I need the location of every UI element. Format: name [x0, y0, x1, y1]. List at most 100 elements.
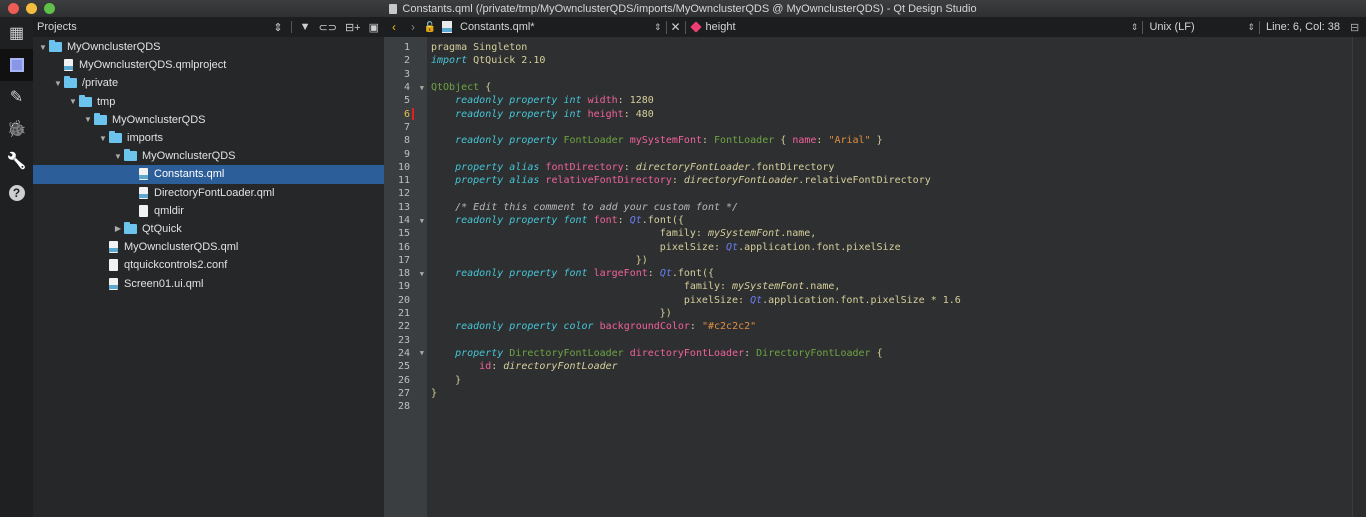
tree-item[interactable]: ▶ QtQuick: [33, 220, 384, 238]
line-number-gutter: 1 2 3 4 ▼ 5 6 7 8 9 10 11 12 13 14 ▼ 15 16 17 18 ▼ 19 20 21 22 23…: [384, 37, 427, 517]
line-number: 9: [403, 148, 410, 160]
fold-arrow-icon[interactable]: ▼: [420, 349, 424, 357]
expand-arrow-icon[interactable]: ▼: [37, 43, 49, 52]
filter-icon[interactable]: ▼: [300, 21, 311, 33]
split-add-icon[interactable]: ⊟+: [345, 21, 361, 34]
collapse-arrow-icon[interactable]: ▶: [112, 224, 124, 233]
expand-arrow-icon[interactable]: ▼: [52, 79, 64, 88]
unlock-icon[interactable]: 🔓: [422, 22, 438, 33]
mode-welcome[interactable]: ▦: [0, 17, 33, 49]
maximize-window-button[interactable]: [44, 3, 55, 14]
tree-item[interactable]: ▼ /private: [33, 74, 384, 92]
tree-item[interactable]: qmldir: [33, 202, 384, 220]
projects-view-selector[interactable]: Projects: [37, 21, 273, 33]
code-token: directoryFontLoader: [629, 347, 745, 359]
tree-item[interactable]: MyOwnclusterQDS.qmlproject: [33, 56, 384, 74]
tree-item[interactable]: Screen01.ui.qml: [33, 274, 384, 292]
code-token: import: [431, 55, 468, 67]
close-document-icon[interactable]: ✕: [667, 20, 685, 34]
code-token: QtQuick 2.10: [467, 55, 546, 67]
code-line: id: directoryFontLoader: [427, 360, 1366, 373]
code-token: "#c2c2c2": [701, 321, 757, 333]
symbol-tag-icon: [689, 21, 702, 33]
close-pane-icon[interactable]: ▣: [369, 21, 379, 34]
expand-arrow-icon[interactable]: ▼: [112, 152, 124, 161]
tree-item[interactable]: ▼ MyOwnclusterQDS: [33, 111, 384, 129]
line-number: 5: [403, 95, 410, 107]
updown-icon[interactable]: ⇕: [650, 22, 666, 33]
mode-edit[interactable]: [0, 49, 33, 81]
mode-projects[interactable]: 🔧: [0, 145, 33, 177]
code-token: directoryFontLoader: [683, 175, 799, 187]
tree-item[interactable]: MyOwnclusterQDS.qml: [33, 238, 384, 256]
code-editor[interactable]: pragma Singleton import QtQuick 2.10 QtObj…: [427, 37, 1366, 517]
updown-icon[interactable]: ⇕: [1127, 22, 1143, 33]
mode-design[interactable]: ✎: [0, 81, 33, 113]
symbols-dropdown[interactable]: height: [706, 21, 1127, 33]
code-token: largeFont: [593, 268, 648, 280]
window-controls: [8, 3, 55, 14]
minimize-window-button[interactable]: [26, 3, 37, 14]
code-line: readonly property int height: 480: [427, 107, 1366, 120]
open-documents-dropdown[interactable]: Constants.qml*: [460, 21, 650, 33]
expand-arrow-icon[interactable]: ▼: [82, 115, 94, 124]
tree-item-label: MyOwnclusterQDS: [67, 41, 161, 54]
back-icon[interactable]: ‹: [384, 20, 404, 34]
close-window-button[interactable]: [8, 3, 19, 14]
line-number: 16: [397, 241, 410, 253]
code-line: property alias fontDirectory: directoryF…: [427, 161, 1366, 174]
mode-debug[interactable]: 🐞: [0, 113, 33, 145]
code-token: }): [431, 254, 648, 266]
tree-item[interactable]: DirectoryFontLoader.qml: [33, 184, 384, 202]
fold-arrow-icon[interactable]: ▼: [420, 217, 424, 225]
updown-icon[interactable]: ⇕: [1243, 22, 1259, 33]
file-icon: [109, 259, 118, 272]
fold-arrow-icon[interactable]: ▼: [420, 84, 424, 92]
code-token: readonly property color: [455, 321, 594, 333]
line-number: 26: [397, 374, 410, 386]
forward-icon[interactable]: ›: [404, 20, 422, 34]
editor-area: ‹ › 🔓 Constants.qml* ⇕ ✕ height ⇕ Unix (…: [384, 17, 1366, 517]
tree-item[interactable]: ▼ tmp: [33, 93, 384, 111]
expand-arrow-icon[interactable]: ▼: [67, 97, 79, 106]
code-token: :: [689, 321, 702, 333]
code-line: import QtQuick 2.10: [427, 54, 1366, 67]
code-token: }: [431, 387, 438, 399]
line-number: 2: [403, 55, 410, 67]
document-icon: [389, 3, 398, 14]
vertical-scrollbar[interactable]: [1352, 37, 1366, 517]
link-icon[interactable]: ⊂⊃: [319, 21, 337, 34]
code-token: family:: [431, 228, 708, 240]
bug-icon: 🐞: [6, 121, 27, 138]
code-token: :: [623, 161, 636, 173]
line-number: 13: [397, 201, 410, 213]
code-line: }): [427, 254, 1366, 267]
wrench-icon: 🔧: [6, 153, 27, 170]
line-number: 20: [397, 294, 410, 306]
tree-item-label: QtQuick: [142, 222, 182, 235]
line-number: 4 ▼: [403, 82, 424, 94]
tree-item[interactable]: Constants.qml: [33, 165, 384, 184]
tree-item-label: /private: [82, 77, 119, 90]
expand-arrow-icon[interactable]: ▼: [97, 134, 109, 143]
tree-item[interactable]: ▼ MyOwnclusterQDS: [33, 38, 384, 56]
edit-mode-icon: [9, 58, 24, 72]
folder-icon: [109, 131, 122, 144]
mode-help[interactable]: ?: [0, 177, 33, 209]
code-token: pragma Singleton: [431, 42, 528, 54]
split-icon[interactable]: ⊟: [1350, 21, 1366, 34]
cursor-position[interactable]: Line: 6, Col: 38: [1260, 21, 1350, 33]
tree-item[interactable]: ▼ MyOwnclusterQDS: [33, 147, 384, 165]
code-line: pixelSize: Qt .application.font.pixelSize: [427, 240, 1366, 253]
fold-arrow-icon[interactable]: ▼: [420, 270, 424, 278]
tree-item[interactable]: qtquickcontrols2.conf: [33, 256, 384, 274]
line-ending-dropdown[interactable]: Unix (LF): [1143, 21, 1243, 33]
tree-item[interactable]: ▼ imports: [33, 129, 384, 147]
modified-line-marker: [412, 108, 414, 121]
updown-icon[interactable]: ⇕: [273, 21, 282, 34]
tree-item-label: DirectoryFontLoader.qml: [154, 186, 275, 199]
